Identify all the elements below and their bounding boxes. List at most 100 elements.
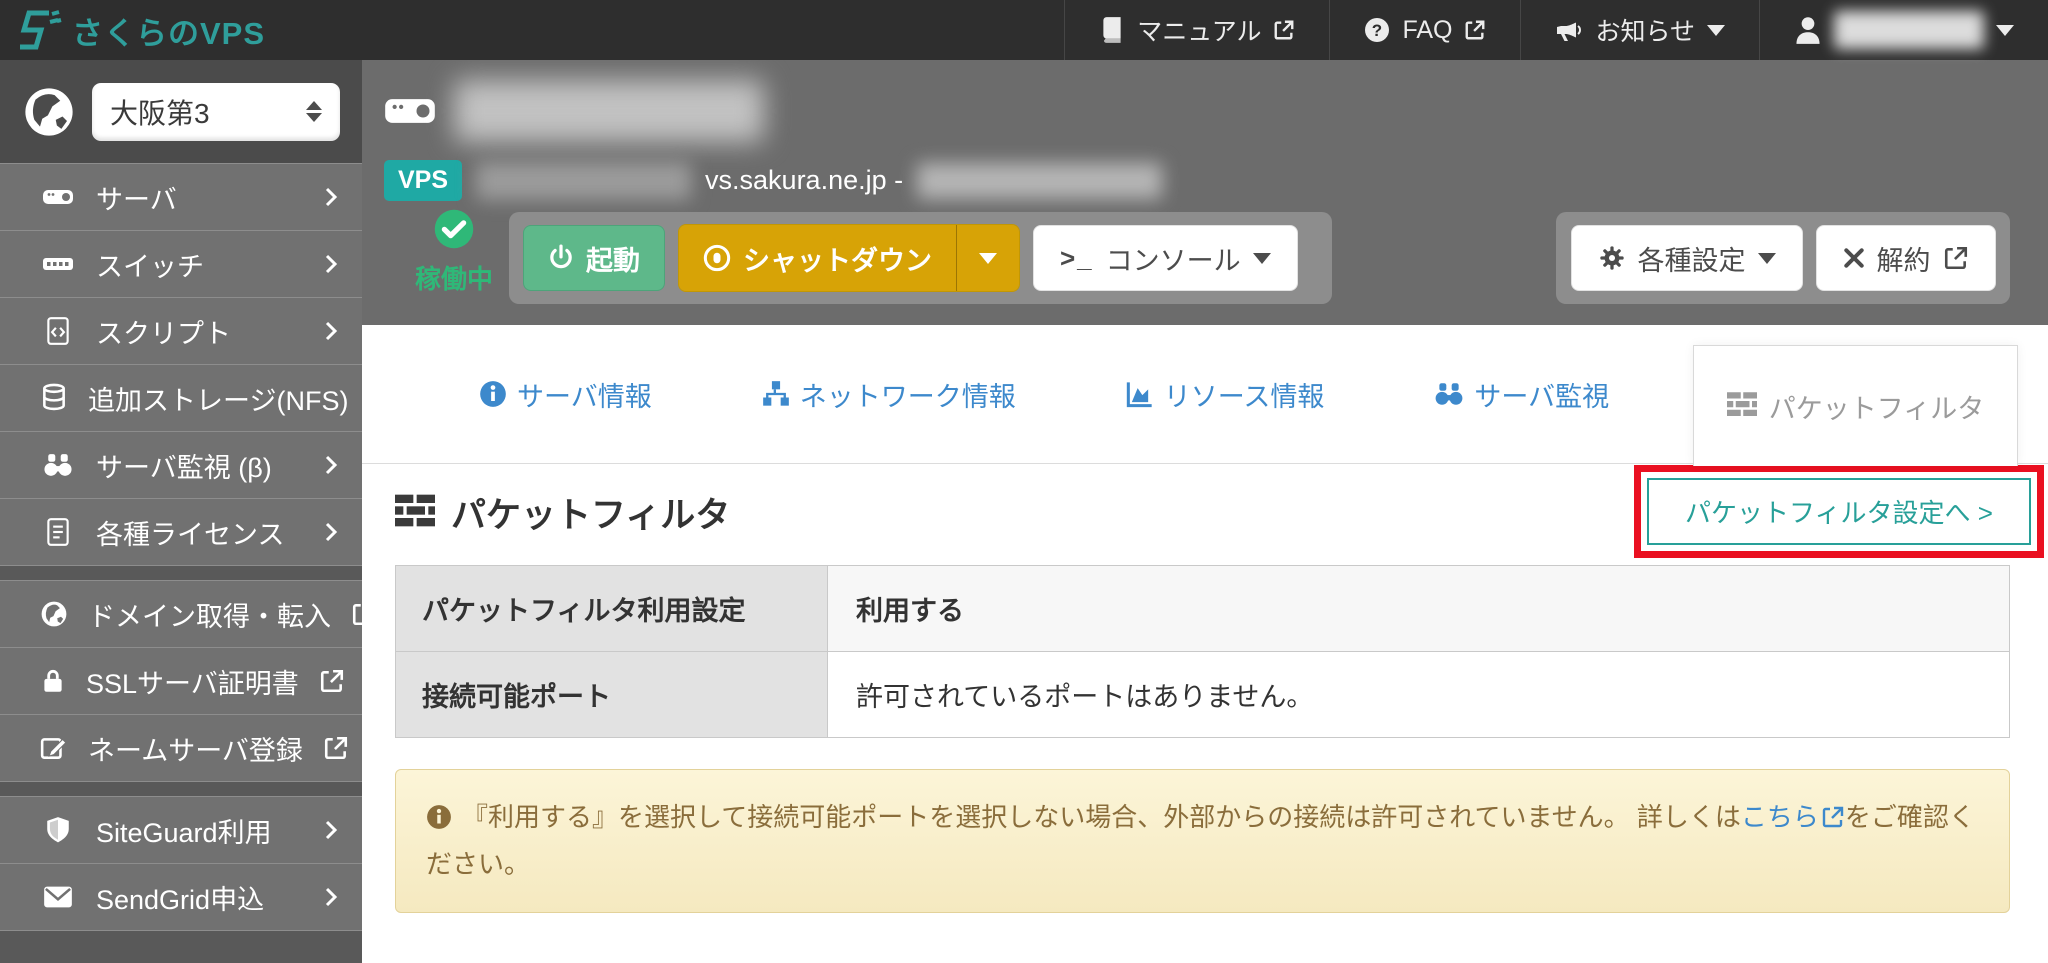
external-link-icon: [1821, 805, 1845, 829]
sidebar-item-switch[interactable]: スイッチ: [0, 230, 362, 297]
cancel-contract-button[interactable]: 解約: [1816, 225, 1996, 291]
chevron-down-icon: [1758, 253, 1776, 264]
packet-filter-table: パケットフィルタ利用設定 利用する 接続可能ポート 許可されているポートはありま…: [395, 565, 2010, 738]
user-icon: [1794, 15, 1822, 45]
console-button[interactable]: >_ コンソール: [1033, 225, 1298, 291]
news-label: お知らせ: [1595, 12, 1695, 48]
sakura-vps-logo[interactable]: さくらのVPS: [0, 8, 265, 53]
sidebar-divider: [0, 565, 362, 580]
sidebar-item-siteguard[interactable]: SiteGuard利用: [0, 796, 362, 863]
terminal-icon: >_: [1060, 243, 1094, 274]
sidebar-item-sendgrid[interactable]: SendGrid申込: [0, 863, 362, 930]
annotation-highlight-box: パケットフィルタ設定へ >: [1634, 465, 2044, 558]
server-icon: [40, 185, 76, 209]
power-button-group: 起動 シャットダウン >_ コンソール: [509, 212, 1332, 304]
main-content: サーバ情報 ネットワーク情報 リソース情報 サーバ監視: [362, 325, 2048, 960]
manual-link[interactable]: マニュアル: [1064, 0, 1329, 60]
server-header: VPS vs.sakura.ne.jp - 稼働中 起動: [362, 60, 2048, 325]
check-circle-icon: [433, 208, 475, 250]
server-name-redacted: [454, 80, 764, 142]
shutdown-button[interactable]: シャットダウン: [679, 225, 956, 291]
manual-label: マニュアル: [1137, 12, 1261, 48]
user-menu[interactable]: [1759, 0, 2048, 60]
sidebar-divider: [0, 781, 362, 796]
info-circle-icon: [479, 380, 507, 408]
logo-text: さくらのVPS: [72, 8, 265, 53]
external-link-icon: [1273, 19, 1295, 41]
tab-server-monitoring[interactable]: サーバ監視: [1434, 375, 1609, 414]
sidebar-item-storage-nfs[interactable]: 追加ストレージ(NFS): [0, 364, 362, 431]
sidebar-item-ssl[interactable]: SSLサーバ証明書: [0, 647, 362, 714]
table-row: 接続可能ポート 許可されているポートはありません。: [396, 652, 2010, 738]
sidebar-item-nameserver[interactable]: ネームサーバ登録: [0, 714, 362, 781]
chevron-right-icon: [324, 454, 338, 476]
hostname-domain: vs.sakura.ne.jp -: [705, 165, 903, 196]
switch-icon: [40, 252, 76, 276]
chevron-right-icon: [324, 886, 338, 908]
table-label: 接続可能ポート: [396, 652, 828, 738]
start-button[interactable]: 起動: [523, 225, 665, 291]
table-value: 利用する: [828, 566, 2010, 652]
sidebar-item-monitoring[interactable]: サーバ監視 (β): [0, 431, 362, 498]
chevron-right-icon: [324, 320, 338, 342]
news-menu[interactable]: お知らせ: [1520, 0, 1759, 60]
sidebar: 大阪第3 サーバ スイッチ スクリプト: [0, 60, 362, 960]
warning-notice: 『利用する』を選択して接続可能ポートを選択しない場合、外部からの接続は許可されて…: [395, 769, 2010, 913]
tab-resource-info[interactable]: リソース情報: [1126, 375, 1325, 414]
packet-filter-heading: パケットフィルタ: [395, 487, 730, 538]
shutdown-menu-button[interactable]: [956, 225, 1019, 291]
sidebar-item-script[interactable]: スクリプト: [0, 297, 362, 364]
server-status: 稼働中: [406, 208, 502, 296]
question-circle-icon: ?: [1364, 17, 1390, 43]
topbar-right: マニュアル ? FAQ: [1064, 0, 2048, 60]
zone-select[interactable]: 大阪第3: [92, 83, 340, 141]
external-link-icon: [323, 735, 349, 761]
chevron-down-icon: [1253, 253, 1271, 264]
sidebar-item-licenses[interactable]: 各種ライセンス: [0, 498, 362, 565]
sidebar-item-server[interactable]: サーバ: [0, 163, 362, 230]
packet-filter-settings-button[interactable]: パケットフィルタ設定へ >: [1647, 478, 2031, 545]
page-title: パケットフィルタ: [451, 487, 730, 538]
script-icon: [40, 316, 76, 346]
settings-button-group: 各種設定 解約: [1556, 212, 2010, 304]
page: さくらのVPS マニュアル: [0, 0, 2048, 960]
external-link-icon: [1464, 19, 1486, 41]
area-chart-icon: [1126, 380, 1154, 408]
zone-selector-row: 大阪第3: [0, 60, 362, 163]
tab-packet-filter-active[interactable]: パケットフィルタ: [1693, 345, 2018, 466]
server-title-row: [384, 80, 764, 142]
status-label: 稼働中: [406, 259, 502, 296]
table-value: 許可されているポートはありません。: [828, 652, 2010, 738]
hostname-suffix-redacted: [917, 163, 1162, 199]
chevron-right-icon: [324, 521, 338, 543]
user-name-redacted: [1834, 11, 1984, 49]
bricks-icon: [395, 493, 435, 533]
table-row: パケットフィルタ利用設定 利用する: [396, 566, 2010, 652]
info-circle-icon: [426, 804, 452, 830]
faq-link[interactable]: ? FAQ: [1329, 0, 1520, 60]
notice-text: 『利用する』を選択して接続可能ポートを選択しない場合、外部からの接続は許可されて…: [462, 802, 1741, 832]
sidebar-item-domain[interactable]: ドメイン取得・転入: [0, 580, 362, 647]
hostname-row: VPS vs.sakura.ne.jp -: [384, 160, 1162, 201]
license-icon: [40, 517, 76, 547]
close-icon: [1843, 247, 1865, 269]
edit-icon: [40, 734, 68, 762]
globe-icon: [22, 85, 76, 139]
table-label: パケットフィルタ利用設定: [396, 566, 828, 652]
hostname-prefix-redacted: [476, 162, 691, 200]
network-icon: [762, 380, 790, 408]
sakura-logo-icon: [16, 9, 62, 51]
server-icon: [384, 94, 436, 128]
lock-icon: [40, 667, 66, 695]
binoculars-icon: [1434, 381, 1464, 407]
vps-badge: VPS: [384, 160, 462, 201]
zone-selected-value: 大阪第3: [110, 92, 306, 132]
details-link[interactable]: こちら: [1741, 802, 1819, 832]
tab-network-info[interactable]: ネットワーク情報: [762, 375, 1016, 414]
chevron-down-icon: [1996, 25, 2014, 36]
shutdown-button-wrap: シャットダウン: [678, 224, 1020, 292]
shield-icon: [40, 816, 76, 844]
binoculars-icon: [40, 452, 76, 478]
tab-server-info[interactable]: サーバ情報: [479, 375, 652, 414]
settings-button[interactable]: 各種設定: [1571, 225, 1803, 291]
